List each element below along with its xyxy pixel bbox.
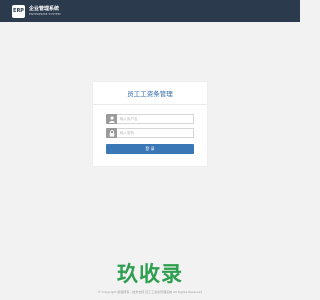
username-field <box>106 114 194 124</box>
username-input[interactable] <box>117 114 194 124</box>
top-navbar: ERP 企业管理系统 ENTERPRISE SYSTEM <box>0 0 300 22</box>
login-title: 员工工资条管理 <box>127 90 173 98</box>
password-input[interactable] <box>117 128 194 138</box>
password-field <box>106 128 194 138</box>
logo-mark: ERP <box>12 4 25 18</box>
logo-text: 企业管理系统 ENTERPRISE SYSTEM <box>29 6 60 16</box>
page: ERP 企业管理系统 ENTERPRISE SYSTEM 员工工资条管理 输入用… <box>0 0 300 300</box>
watermark: 玖收录 <box>117 262 183 286</box>
logo[interactable]: ERP 企业管理系统 ENTERPRISE SYSTEM <box>12 4 60 18</box>
login-button[interactable]: 登 录 <box>106 144 194 154</box>
logo-subtitle: ENTERPRISE SYSTEM <box>29 12 61 16</box>
user-icon <box>106 114 117 124</box>
title-divider <box>93 104 207 105</box>
footer-copyright: © Copyright 版权所有 · 技术支持 员工工资条管理系统 All Ri… <box>97 290 203 294</box>
lock-icon <box>106 128 117 138</box>
